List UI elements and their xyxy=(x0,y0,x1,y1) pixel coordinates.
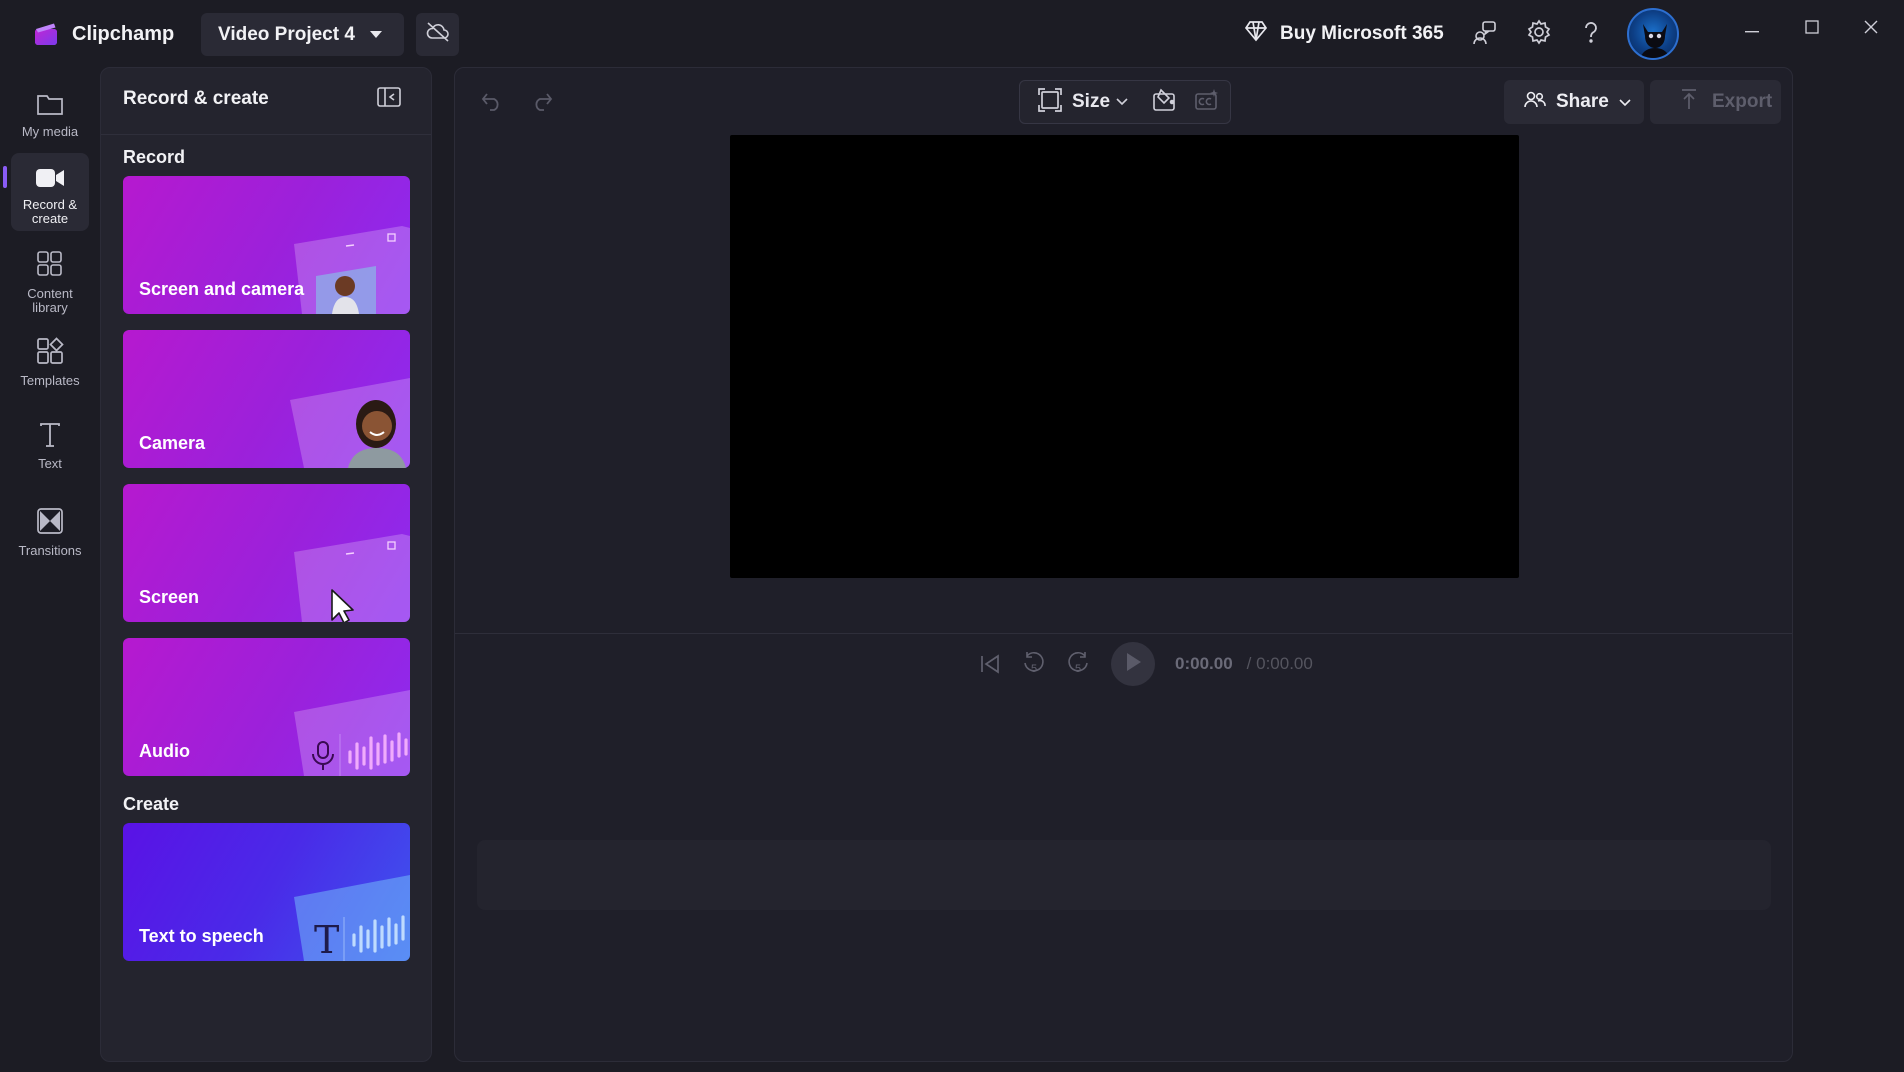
size-dropdown[interactable]: Size xyxy=(1072,91,1110,113)
panel-divider xyxy=(101,134,431,135)
card-label: Text to speech xyxy=(139,926,264,946)
export-label: Export xyxy=(1712,91,1773,112)
undo-icon xyxy=(481,91,503,116)
play-button[interactable] xyxy=(1111,642,1155,686)
captions-button[interactable] xyxy=(1194,88,1220,117)
rewind-seconds: 5 xyxy=(1031,663,1038,675)
current-time: 0:00.00 xyxy=(1175,654,1233,673)
chevron-down-icon xyxy=(1116,93,1128,111)
rewind-5-seconds-button[interactable]: 5 xyxy=(1019,649,1049,679)
rail-item-label: Transitions xyxy=(18,543,82,558)
card-label: Audio xyxy=(139,741,190,761)
rail-item-label: Text xyxy=(38,456,62,471)
transitions-icon xyxy=(36,507,64,540)
editor-divider xyxy=(455,633,1792,634)
buy-microsoft-365-button[interactable]: Buy Microsoft 365 xyxy=(1244,18,1444,50)
left-nav-rail: My media Record & create Content library… xyxy=(0,68,100,1072)
background-color-button[interactable] xyxy=(1152,88,1178,117)
maximize-icon xyxy=(1805,19,1819,39)
rail-item-label: My media xyxy=(21,124,79,139)
preview-toolbar: Size xyxy=(1019,80,1231,124)
audio-card[interactable]: Audio xyxy=(123,638,410,776)
timeline-track[interactable] xyxy=(477,840,1771,910)
panel-title: Record & create xyxy=(123,88,269,109)
rail-item-my-media[interactable]: My media xyxy=(11,78,89,150)
rail-item-label: Templates xyxy=(20,373,80,388)
record-section-label: Record xyxy=(123,147,186,167)
record-create-panel: Record & create Record Screen and camera xyxy=(100,67,432,1062)
rail-item-text[interactable]: Text xyxy=(11,408,89,480)
redo-icon xyxy=(531,91,553,116)
close-window-button[interactable] xyxy=(1851,14,1891,44)
editor-area: Size Share Export 5 5 0:00.00 / 0:00.00 xyxy=(454,67,1793,1062)
project-title-dropdown[interactable]: Video Project 4 xyxy=(201,13,404,56)
share-label: Share xyxy=(1556,91,1609,112)
clipchamp-logo-icon xyxy=(34,22,60,46)
close-icon xyxy=(1864,20,1878,39)
title-bar: Clipchamp Video Project 4 Buy Microsoft … xyxy=(0,0,1904,68)
play-icon xyxy=(1124,652,1142,677)
text-icon xyxy=(38,422,62,453)
diamond-icon xyxy=(1244,20,1268,48)
playback-controls: 5 5 0:00.00 / 0:00.00 xyxy=(975,640,1313,688)
total-time: / 0:00.00 xyxy=(1246,654,1313,673)
forward-seconds: 5 xyxy=(1075,663,1082,675)
feedback-icon xyxy=(1471,19,1497,50)
settings-button[interactable] xyxy=(1523,18,1555,50)
rail-item-record-create[interactable]: Record & create xyxy=(11,153,89,231)
upload-icon xyxy=(1680,88,1698,116)
card-label: Screen and camera xyxy=(139,279,305,299)
minimize-window-button[interactable] xyxy=(1732,14,1772,44)
text-to-speech-illustration: T xyxy=(280,861,410,961)
help-button[interactable] xyxy=(1575,18,1607,50)
screen-card[interactable]: Screen xyxy=(123,484,410,622)
app-name: Clipchamp xyxy=(72,22,175,45)
collapse-panel-button[interactable] xyxy=(375,86,403,112)
folder-icon xyxy=(36,92,64,121)
skip-to-start-button[interactable] xyxy=(975,649,1005,679)
gear-icon xyxy=(1526,18,1552,50)
collapse-panel-icon xyxy=(377,86,401,112)
rail-item-transitions[interactable]: Transitions xyxy=(11,493,89,565)
chevron-down-icon xyxy=(1619,91,1631,113)
video-camera-icon xyxy=(35,167,65,194)
card-label: Camera xyxy=(139,433,206,453)
share-button[interactable]: Share xyxy=(1504,80,1644,124)
create-section-label: Create xyxy=(123,794,180,814)
templates-icon xyxy=(36,337,64,370)
minimize-icon xyxy=(1745,20,1759,38)
aspect-ratio-icon xyxy=(1038,87,1062,117)
redo-button[interactable] xyxy=(527,88,557,118)
user-avatar[interactable] xyxy=(1627,8,1679,60)
cloud-off-icon xyxy=(425,21,451,48)
rail-item-label: Record & create xyxy=(22,197,78,226)
svg-text:T: T xyxy=(314,918,339,961)
cloud-sync-off-button[interactable] xyxy=(416,13,459,56)
text-to-speech-card[interactable]: T Text to speech xyxy=(123,823,410,961)
maximize-window-button[interactable] xyxy=(1792,14,1832,44)
question-mark-icon xyxy=(1581,20,1601,49)
caret-down-icon xyxy=(369,24,383,46)
buy-microsoft-365-label: Buy Microsoft 365 xyxy=(1280,23,1444,44)
project-title: Video Project 4 xyxy=(218,23,355,45)
video-preview-canvas[interactable] xyxy=(730,135,1519,578)
rail-item-content-library[interactable]: Content library xyxy=(11,236,89,316)
audio-illustration xyxy=(280,676,410,776)
rail-item-templates[interactable]: Templates xyxy=(11,323,89,395)
camera-illustration xyxy=(280,368,410,468)
undo-button[interactable] xyxy=(477,88,507,118)
people-icon xyxy=(1524,90,1546,114)
screen-illustration xyxy=(280,522,410,622)
camera-card[interactable]: Camera xyxy=(123,330,410,468)
active-indicator xyxy=(3,166,7,188)
brand: Clipchamp xyxy=(34,18,174,50)
content-library-icon xyxy=(36,250,64,283)
feedback-button[interactable] xyxy=(1468,18,1500,50)
card-label: Screen xyxy=(139,587,200,607)
forward-5-seconds-button[interactable]: 5 xyxy=(1063,649,1093,679)
screen-and-camera-card[interactable]: Screen and camera xyxy=(123,176,410,314)
rail-item-label: Content library xyxy=(27,286,73,315)
export-button[interactable]: Export xyxy=(1650,80,1781,124)
